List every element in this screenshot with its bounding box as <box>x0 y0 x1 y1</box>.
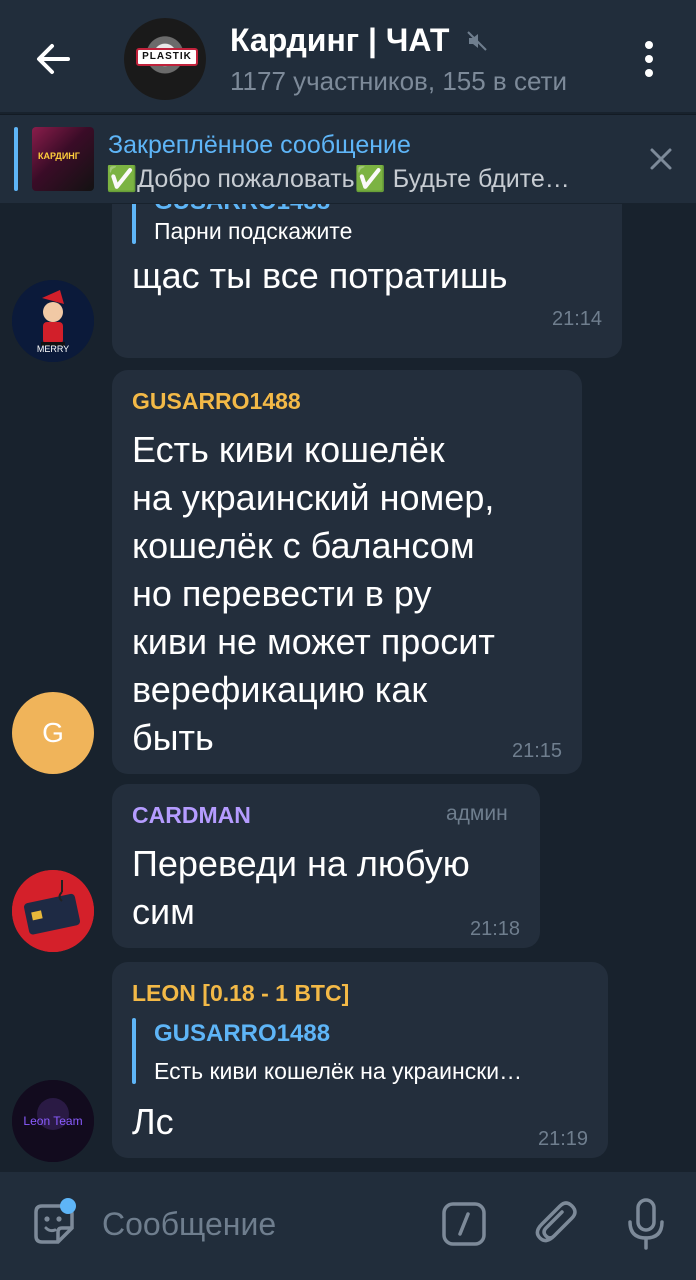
sticker-icon[interactable] <box>28 1198 80 1250</box>
message-time: 21:19 <box>538 1128 589 1150</box>
message-author[interactable]: GUSARRO1488 <box>132 388 301 415</box>
muted-icon <box>466 30 488 52</box>
chat-subtitle: 1177 участников, 155 в сети <box>230 66 567 96</box>
message-bubble[interactable]: GUSARRO1488 Парни подскажите щас ты все … <box>112 204 622 358</box>
bot-command-icon[interactable] <box>440 1200 488 1248</box>
svg-text:MERRY: MERRY <box>37 344 69 354</box>
pinned-text: ✅Добро пожаловать✅ Будьте бдите… <box>106 165 570 193</box>
reply-text: Есть киви кошелёк на украински… <box>154 1058 523 1084</box>
pinned-message-bar[interactable]: КАРДИНГ Закреплённое сообщение ✅Добро по… <box>0 114 696 203</box>
attach-icon[interactable] <box>532 1198 584 1250</box>
message-bubble[interactable]: LEON [0.18 - 1 BTC] GUSARRO1488 Есть кив… <box>112 962 608 1158</box>
avatar-leon-team[interactable]: Leon Team <box>12 1080 94 1162</box>
message-line: кошелёк с балансом <box>132 525 475 566</box>
message-line: но перевести в ру <box>132 573 432 614</box>
pinned-thumbnail: КАРДИНГ <box>32 127 94 191</box>
avatar-letter-text: G <box>42 717 64 748</box>
message-author[interactable]: LEON [0.18 - 1 BTC] <box>132 980 349 1007</box>
message-time: 21:14 <box>552 308 603 330</box>
message-time: 21:15 <box>512 740 563 762</box>
pinned-thumbnail-text: КАРДИНГ <box>38 151 80 161</box>
message-bubble[interactable]: CARDMAN админ Переведи на любую сим 21:1… <box>112 784 540 948</box>
message-author[interactable]: CARDMAN <box>132 802 251 829</box>
message-line: верефикацию как <box>132 669 428 710</box>
message-line: Переведи на любую <box>132 843 470 884</box>
avatar-plate-text: PLASTIK <box>136 48 198 66</box>
chat-header: PLASTIK Кардинг | ЧАТ 1177 участников, 1… <box>0 0 696 112</box>
message-bubble[interactable]: GUSARRO1488 Есть киви кошелёк на украинс… <box>112 370 582 774</box>
message-line: сим <box>132 891 195 932</box>
message-input[interactable]: Сообщение <box>102 1206 276 1243</box>
avatar-bank-card[interactable] <box>12 870 94 952</box>
microphone-icon[interactable] <box>624 1196 668 1252</box>
chat-title[interactable]: Кардинг | ЧАТ <box>230 22 449 59</box>
reply-accent-bar <box>132 1018 136 1084</box>
message-line: киви не может просит <box>132 621 495 662</box>
message-input-bar: Сообщение <box>0 1172 696 1280</box>
admin-badge: админ <box>446 802 508 825</box>
message-line: быть <box>132 717 214 758</box>
message-text: Лс <box>132 1101 174 1142</box>
message-text: щас ты все потратишь <box>132 255 508 296</box>
avatar-letter[interactable]: G <box>12 692 94 774</box>
message-line: Есть киви кошелёк <box>132 429 445 470</box>
message-list[interactable]: MERRY GUSARRO1488 Парни подскажите щас т… <box>0 204 696 1172</box>
reply-author: GUSARRO1488 <box>154 1020 331 1047</box>
reply-text: Парни подскажите <box>154 218 353 244</box>
avatar-leon-text: Leon Team <box>23 1114 83 1128</box>
pinned-title: Закреплённое сообщение <box>108 131 411 159</box>
close-icon[interactable] <box>646 144 676 174</box>
chat-avatar[interactable]: PLASTIK <box>124 18 206 100</box>
more-menu-icon[interactable] <box>634 36 664 82</box>
reply-accent-bar <box>132 204 136 244</box>
message-line: на украинский номер, <box>132 477 495 518</box>
pinned-accent-bar <box>14 127 18 191</box>
back-arrow-icon[interactable] <box>30 36 76 82</box>
reply-author: GUSARRO1488 <box>154 204 330 216</box>
avatar-santa[interactable]: MERRY <box>12 280 94 362</box>
message-time: 21:18 <box>470 918 521 940</box>
